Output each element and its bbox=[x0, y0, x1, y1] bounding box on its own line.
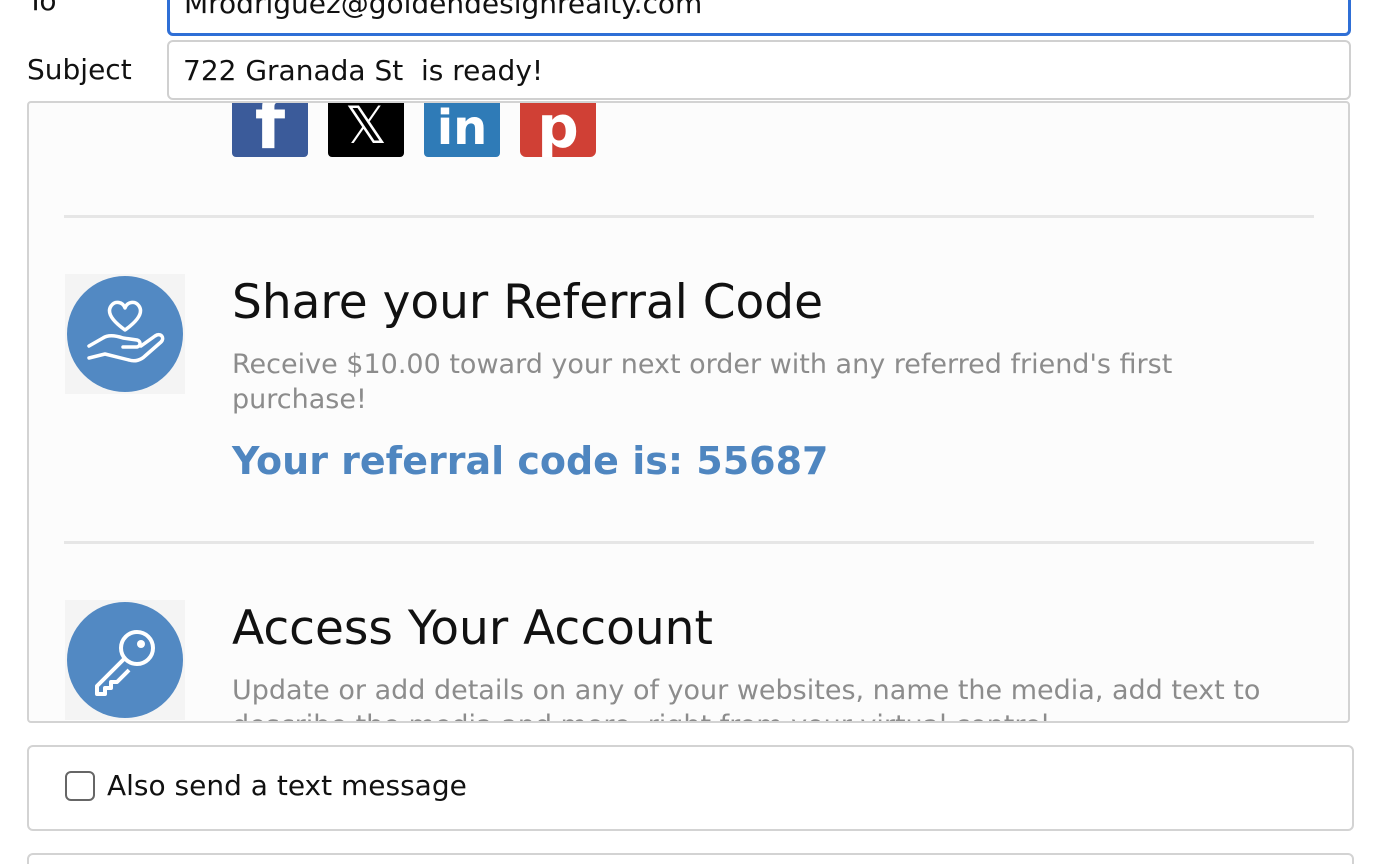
social-share-row: f 𝕏 in p bbox=[232, 103, 596, 157]
email-compose-page: To Mrodriguez@goldendesignrealty.com Sub… bbox=[0, 0, 1396, 864]
heart-hand-icon bbox=[65, 274, 185, 394]
section-divider bbox=[64, 215, 1314, 218]
next-panel bbox=[27, 853, 1354, 864]
subject-label: Subject bbox=[27, 53, 132, 86]
to-label: To bbox=[27, 0, 57, 17]
to-input[interactable]: Mrodriguez@goldendesignrealty.com bbox=[167, 0, 1351, 36]
text-message-checkbox[interactable] bbox=[65, 771, 95, 801]
linkedin-icon[interactable]: in bbox=[424, 103, 500, 157]
pinterest-icon[interactable]: p bbox=[520, 103, 596, 157]
text-message-label[interactable]: Also send a text message bbox=[107, 769, 467, 802]
referral-description: Receive $10.00 toward your next order wi… bbox=[232, 349, 1173, 415]
subject-input[interactable]: 722 Granada St is ready! bbox=[167, 40, 1351, 100]
referral-code-text: Your referral code is: 55687 bbox=[232, 439, 829, 483]
referral-title: Share your Referral Code bbox=[232, 275, 824, 330]
account-description: Update or add details on any of your web… bbox=[232, 675, 1261, 721]
section-divider bbox=[64, 541, 1314, 544]
text-message-option: Also send a text message bbox=[27, 745, 1354, 831]
x-icon[interactable]: 𝕏 bbox=[328, 103, 404, 157]
facebook-icon[interactable]: f bbox=[232, 103, 308, 157]
email-preview-pane[interactable]: f 𝕏 in p Share your Referral Code Receiv… bbox=[27, 101, 1350, 723]
key-icon bbox=[65, 600, 185, 720]
account-title: Access Your Account bbox=[232, 601, 713, 656]
